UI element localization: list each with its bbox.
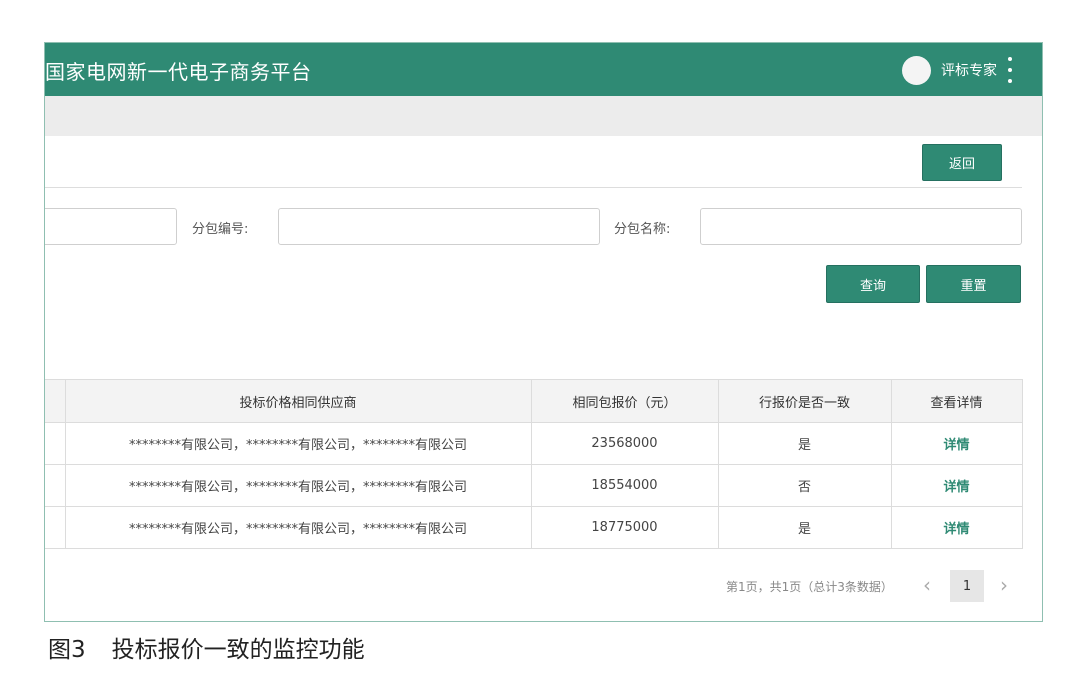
filter-input-left[interactable] (45, 208, 177, 245)
table-header-cell (45, 379, 66, 423)
package-no-label: 分包编号: (192, 222, 249, 237)
suppliers-cell: ********有限公司，********有限公司，********有限公司 (64, 422, 532, 465)
details-link[interactable]: 详情 (890, 506, 1023, 549)
app-title: 国家电网新一代电子商务平台 (45, 60, 312, 84)
results-table: 投标价格相同供应商 相同包报价（元） 行报价是否一致 查看详情 ********… (45, 379, 1023, 549)
table-row: ********有限公司，********有限公司，********有限公司 1… (45, 506, 1023, 549)
query-button[interactable]: 查询 (826, 265, 920, 303)
package-name-input[interactable] (700, 208, 1022, 245)
consistent-cell: 否 (717, 464, 892, 507)
table-row: ********有限公司，********有限公司，********有限公司 1… (45, 464, 1023, 507)
table-header-cell: 相同包报价（元） (530, 379, 719, 423)
page-number-current[interactable]: 1 (950, 570, 984, 602)
suppliers-cell: ********有限公司，********有限公司，********有限公司 (64, 464, 532, 507)
figure-caption-text: 投标报价一致的监控功能 (111, 637, 365, 663)
divider (45, 187, 1022, 188)
app-window: 国家电网新一代电子商务平台 评标专家 返回 分包编号: 分包名称: 查询 重置 … (44, 42, 1043, 622)
table-header-row: 投标价格相同供应商 相同包报价（元） 行报价是否一致 查看详情 (45, 379, 1023, 423)
table-row: ********有限公司，********有限公司，********有限公司 2… (45, 422, 1023, 465)
more-menu-icon[interactable] (1007, 57, 1013, 83)
price-cell: 18775000 (530, 506, 719, 549)
details-link[interactable]: 详情 (890, 464, 1023, 507)
suppliers-cell: ********有限公司，********有限公司，********有限公司 (64, 506, 532, 549)
details-link[interactable]: 详情 (890, 422, 1023, 465)
package-name-label: 分包名称: (614, 222, 671, 237)
table-cell (45, 422, 66, 465)
back-button[interactable]: 返回 (922, 144, 1002, 181)
price-cell: 18554000 (530, 464, 719, 507)
table-cell (45, 464, 66, 507)
chevron-left-icon[interactable]: ‹ (917, 573, 937, 597)
figure-number: 图3 (48, 637, 86, 663)
user-name[interactable]: 评标专家 (941, 60, 997, 80)
top-header: 国家电网新一代电子商务平台 评标专家 (45, 43, 1042, 96)
chevron-right-icon[interactable]: › (994, 573, 1014, 597)
sub-header-bar (45, 96, 1042, 136)
table-header-cell: 行报价是否一致 (717, 379, 892, 423)
pagination-summary: 第1页，共1页（总计3条数据） (726, 580, 893, 594)
package-no-input[interactable] (278, 208, 600, 245)
table-header-cell: 投标价格相同供应商 (64, 379, 532, 423)
price-cell: 23568000 (530, 422, 719, 465)
reset-button[interactable]: 重置 (926, 265, 1021, 303)
table-cell (45, 506, 66, 549)
table-header-cell: 查看详情 (890, 379, 1023, 423)
consistent-cell: 是 (717, 506, 892, 549)
figure-caption: 图3 投标报价一致的监控功能 (48, 630, 365, 664)
consistent-cell: 是 (717, 422, 892, 465)
avatar[interactable] (902, 56, 931, 85)
